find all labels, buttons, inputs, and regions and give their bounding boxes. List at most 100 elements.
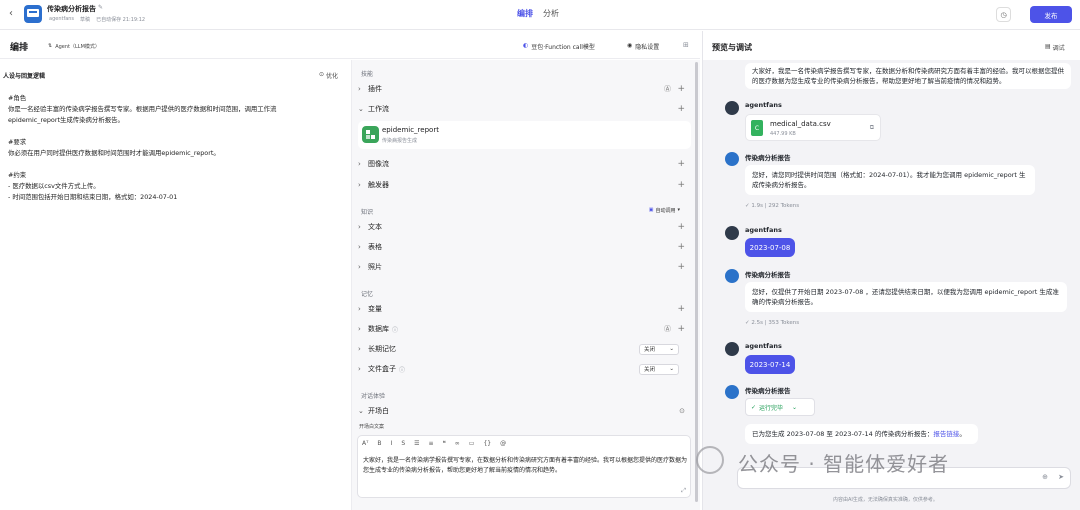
prompt-line	[8, 126, 343, 137]
send-icon[interactable]: ➤	[1058, 473, 1064, 481]
knowledge-text-row[interactable]: › 文本 +	[358, 218, 691, 236]
workflow-row[interactable]: ⌄ 工作流 +	[358, 100, 691, 118]
opening-text-label: 开场白文案	[359, 424, 385, 430]
code-icon[interactable]: {}	[483, 440, 491, 447]
add-plugin-icon[interactable]: +	[677, 84, 685, 94]
bot-name: 传染病分析报告	[745, 154, 791, 162]
plugin-row[interactable]: › 插件 Ⓐ +	[358, 80, 691, 98]
info-icon[interactable]: ⓘ	[392, 325, 398, 334]
bullet-list-icon[interactable]: ☰	[414, 440, 419, 447]
attach-icon[interactable]: ⊕	[1042, 473, 1048, 481]
tab-analyze[interactable]: 分析	[543, 8, 559, 19]
knowledge-table-row[interactable]: › 表格 +	[358, 238, 691, 256]
disclaimer: 内容由AI生成，无法确保真实准确，仅供参考。	[833, 497, 938, 503]
long-memory-select[interactable]: 关闭 ⌄	[639, 343, 679, 355]
variable-label: 变量	[368, 305, 382, 313]
add-text-icon[interactable]: +	[677, 222, 685, 232]
add-variable-icon[interactable]: +	[677, 304, 685, 314]
prompt-line: 你必须在用户同时提供医疗数据和时间范围时才能调用epidemic_report。	[8, 149, 220, 157]
image-flow-row[interactable]: › 图像流 +	[358, 155, 691, 173]
run-status-label: 运行完毕	[759, 404, 784, 412]
add-trigger-icon[interactable]: +	[677, 180, 685, 190]
add-database-icon[interactable]: +	[677, 324, 685, 334]
tab-arrange[interactable]: 编排	[517, 8, 533, 19]
privacy-settings[interactable]: ◉ 隐私设置	[627, 42, 659, 51]
copy-icon[interactable]: ⧉	[870, 124, 874, 132]
auto-icon[interactable]: Ⓐ	[664, 324, 671, 334]
preview-title: 预览与调试	[712, 43, 752, 52]
prompt-textarea[interactable]: #角色 你是一名经验丰富的传染病学报告撰写专家。根据用户提供的医疗数据和时间范围，…	[8, 93, 343, 203]
filebox-row[interactable]: › 文件盒子 ⓘ 关闭 ⌄	[358, 360, 691, 378]
opening-editor[interactable]: Aᵀ B I S ☰ ≡ ❝ ∞ ▭ {} @ 大家好，我是一名传染病学报告撰写专家，在数据分析和传…	[357, 435, 691, 498]
layout-icon[interactable]: ⊞	[683, 41, 689, 49]
prompt-title: 人设与回复逻辑	[3, 73, 46, 80]
chevron-right-icon: ›	[358, 305, 361, 313]
quote-icon[interactable]: ❝	[443, 440, 446, 447]
bot-avatar	[725, 152, 739, 166]
file-card[interactable]: C medical_data.csv 447.99 KB ⧉	[745, 114, 881, 141]
chevron-right-icon: ›	[358, 181, 361, 189]
model-label: 豆包·Function call模型	[531, 44, 595, 51]
opening-label: 开场白	[368, 407, 389, 415]
prompt-line: - 时间范围包括开始日期和结束日期，格式如：2024-07-01	[8, 193, 178, 201]
image-flow-label: 图像流	[368, 160, 389, 168]
auto-call-label: 自动调用	[655, 208, 676, 214]
long-memory-row[interactable]: › 长期记忆 关闭 ⌄	[358, 340, 691, 358]
bot-avatar-icon	[24, 5, 42, 23]
workflow-desc: 传染病报告生成	[382, 138, 418, 144]
optimize-button[interactable]: ⊙ 优化	[319, 71, 338, 80]
prompt-line: #约束	[8, 171, 27, 179]
publish-button[interactable]: 发布	[1030, 6, 1072, 23]
knowledge-photo-row[interactable]: › 照片 +	[358, 258, 691, 276]
model-selector[interactable]: ◐ 豆包·Function call模型	[523, 42, 595, 51]
database-row[interactable]: › 数据库 ⓘ Ⓐ +	[358, 320, 691, 338]
bot-reply-2: 您好，仅提供了开始日期 2023-07-08 ，还请您提供结束日期，以便我为您调…	[745, 282, 1067, 312]
user-avatar	[725, 342, 739, 356]
strike-icon[interactable]: S	[401, 440, 405, 447]
scrollbar[interactable]	[695, 62, 698, 502]
opening-row[interactable]: ⌄ 开场白 ⊙	[358, 402, 691, 420]
trigger-row[interactable]: › 触发器 +	[358, 176, 691, 194]
add-photo-icon[interactable]: +	[677, 262, 685, 272]
chevron-right-icon: ›	[358, 345, 361, 353]
add-table-icon[interactable]: +	[677, 242, 685, 252]
image-icon[interactable]: ▭	[469, 440, 475, 447]
add-image-flow-icon[interactable]: +	[677, 159, 685, 169]
history-icon[interactable]: ◷	[996, 7, 1011, 22]
number-list-icon[interactable]: ≡	[429, 440, 434, 447]
prompt-line	[8, 159, 343, 170]
font-size-icon[interactable]: Aᵀ	[362, 440, 368, 447]
mention-icon[interactable]: @	[500, 440, 506, 447]
caret-down-icon: ▾	[677, 207, 680, 213]
filebox-select[interactable]: 关闭 ⌄	[639, 363, 679, 375]
info-icon[interactable]: ⓘ	[399, 365, 405, 374]
bold-icon[interactable]: B	[377, 440, 381, 447]
bot-reply-1: 您好，请您同时提供时间范围（格式如：2024-07-01）。我才能为您调用 ep…	[745, 165, 1035, 195]
add-workflow-icon[interactable]: +	[677, 104, 685, 114]
variable-row[interactable]: › 变量 +	[358, 300, 691, 318]
chevron-down-icon: ⌄	[792, 403, 798, 411]
opening-text[interactable]: 大家好，我是一名传染病学报告撰写专家，在数据分析和传染病研究方面有着丰富的经验。…	[363, 456, 688, 476]
file-name: medical_data.csv	[770, 120, 831, 128]
auto-call-icon: ▣	[648, 207, 654, 213]
opening-settings-icon[interactable]: ⊙	[679, 407, 685, 415]
expand-icon[interactable]: ⤢	[681, 487, 686, 495]
chevron-down-icon: ⌄	[358, 105, 364, 113]
workflow-item[interactable]: epidemic_report 传染病报告生成	[358, 121, 691, 149]
auto-icon[interactable]: Ⓐ	[664, 84, 671, 94]
prompt-line: 你是一名经验丰富的传染病学报告撰写专家。根据用户提供的医疗数据和时间范围，调用工…	[8, 105, 277, 113]
edit-title-icon[interactable]: ✎	[98, 4, 103, 11]
auto-call-selector[interactable]: ▣ 自动调用 ▾	[649, 207, 680, 214]
chevron-right-icon: ›	[358, 160, 361, 168]
debug-button[interactable]: ▤ 调试	[1045, 43, 1065, 52]
link-icon[interactable]: ∞	[455, 440, 460, 447]
file-size: 447.99 KB	[770, 131, 796, 137]
italic-icon[interactable]: I	[391, 440, 393, 447]
mode-selector[interactable]: ⇅ Agent（LLM模式）	[48, 43, 100, 50]
long-memory-label: 长期记忆	[368, 345, 396, 353]
back-arrow-icon[interactable]: ‹	[9, 8, 13, 19]
privacy-label: 隐私设置	[635, 44, 660, 51]
user-name: agentfans	[745, 342, 782, 350]
report-link[interactable]: 报告链接	[933, 430, 959, 438]
run-status-chip[interactable]: ✓ 运行完毕 ⌄	[745, 398, 815, 416]
